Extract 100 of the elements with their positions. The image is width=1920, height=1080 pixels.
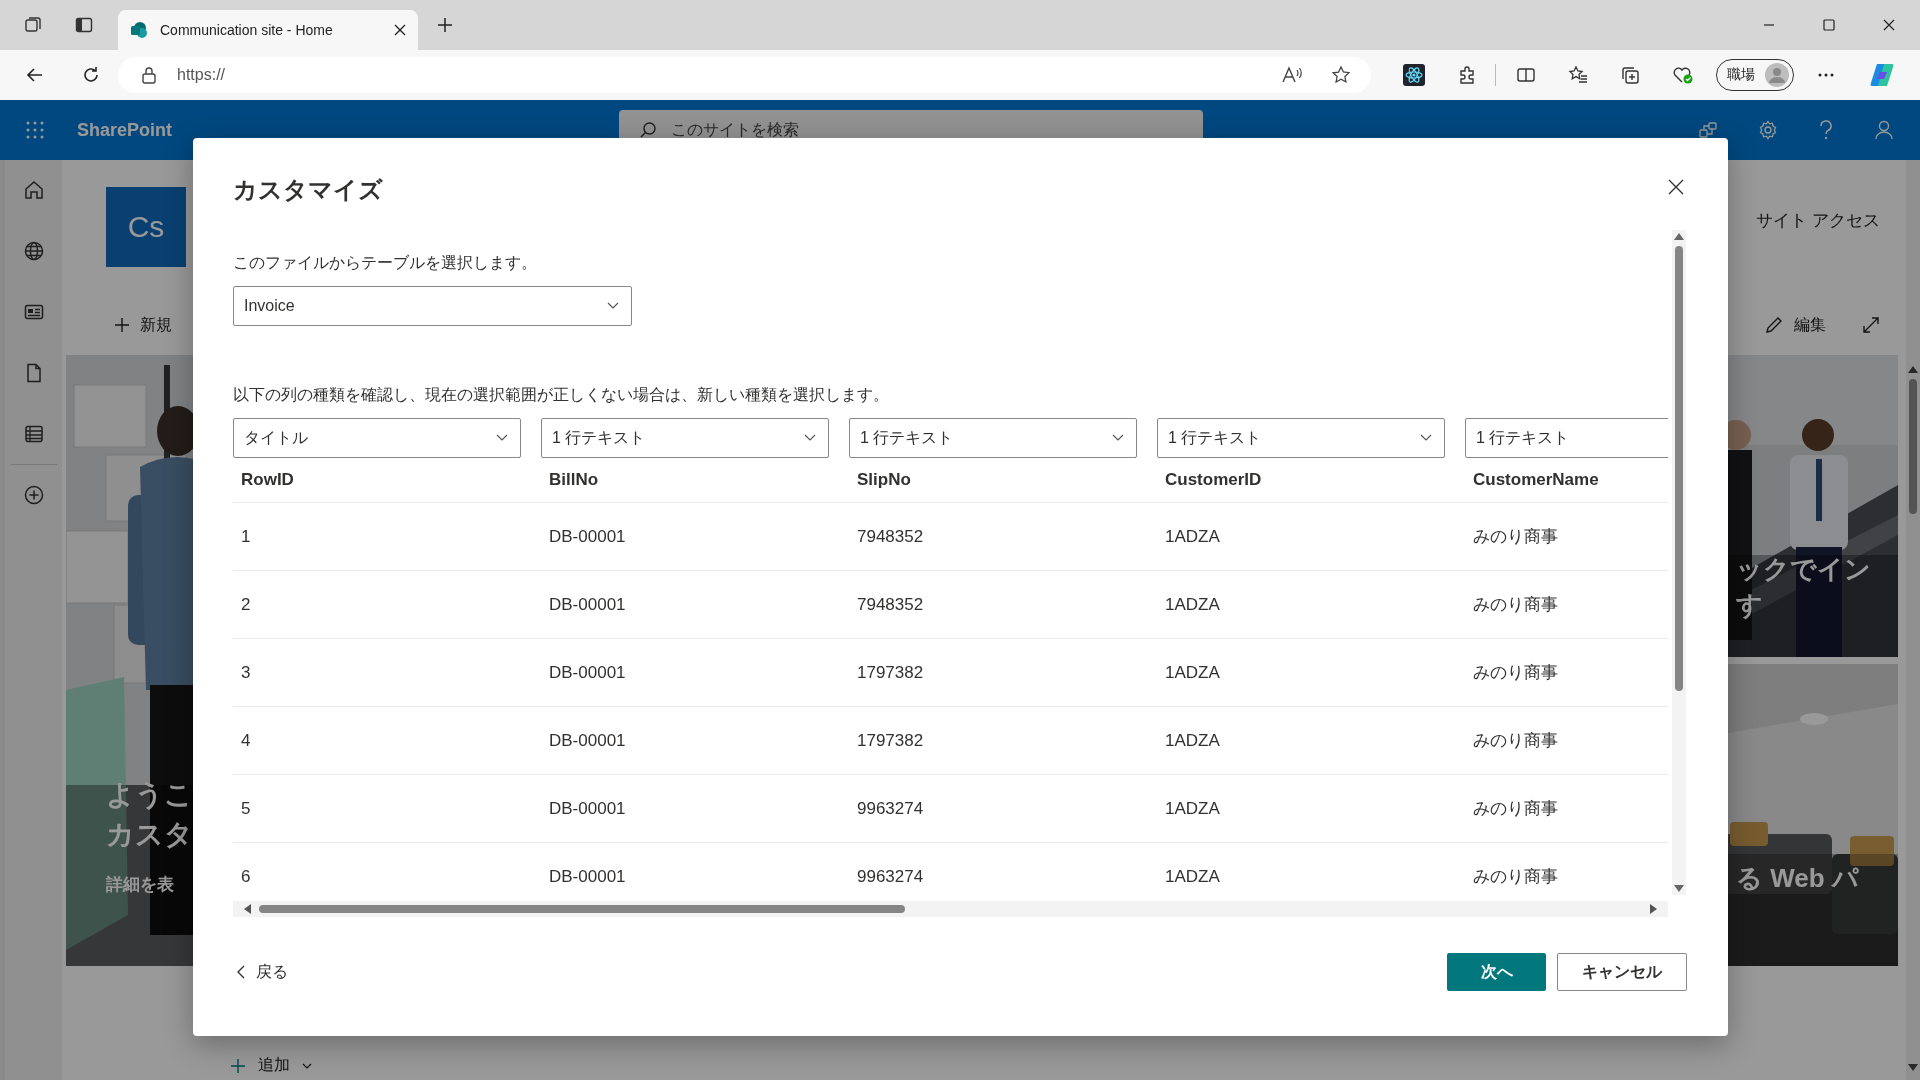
table-cell-text: DB-00001	[548, 730, 626, 751]
back-link[interactable]: 戻る	[236, 961, 288, 983]
table-cell-text: 1ADZA	[1164, 594, 1220, 615]
table-cell-text: DB-00001	[548, 866, 626, 887]
scroll-thumb[interactable]	[259, 905, 905, 913]
vertical-scrollbar[interactable]	[1672, 230, 1686, 895]
add-circle-icon[interactable]	[22, 484, 45, 506]
scroll-right-icon[interactable]	[1650, 904, 1658, 914]
health-icon[interactable]	[1672, 65, 1694, 85]
plus-icon	[114, 317, 130, 333]
chevron-down-icon	[804, 434, 816, 442]
table-cell-text: 5	[240, 798, 251, 819]
favorite-star-icon[interactable]	[1331, 65, 1351, 85]
collections-icon[interactable]	[1620, 65, 1640, 85]
pencil-icon	[1764, 315, 1784, 335]
vertical-tabs-icon[interactable]	[74, 15, 94, 35]
table-cell-text: 1ADZA	[1164, 662, 1220, 683]
hero-heading: ようこ カスタ	[106, 778, 193, 852]
table-cell-text: 1ADZA	[1164, 798, 1220, 819]
table-cell-text: DB-00001	[548, 594, 626, 615]
app-launcher-icon[interactable]	[25, 120, 45, 140]
list-icon[interactable]	[22, 423, 45, 445]
tile-heading: ックでイン す	[1736, 553, 1871, 622]
scroll-thumb[interactable]	[1909, 379, 1917, 514]
site-logo[interactable]: Cs	[106, 187, 186, 267]
hero-subtitle: 詳細を表	[106, 874, 175, 896]
instruction-text: 以下の列の種類を確認し、現在の選択範囲が正しくない場合は、新しい種類を選択します。	[233, 385, 889, 405]
table-dropdown[interactable]: Invoice	[233, 286, 632, 326]
table-cell-text: 9963274	[856, 866, 924, 887]
column-header: CustomerName	[1472, 470, 1599, 490]
column-type-dropdown[interactable]: 1 行テキスト	[849, 418, 1137, 458]
settings-icon[interactable]	[1758, 120, 1778, 140]
help-icon[interactable]	[1818, 120, 1834, 140]
table-cell-text: 1797382	[856, 662, 924, 683]
column-type-dropdown[interactable]: タイトル	[233, 418, 521, 458]
scroll-up-icon[interactable]	[1908, 365, 1918, 373]
column-type-dropdown[interactable]: 1 行テキスト	[541, 418, 829, 458]
add-button[interactable]: 追加	[230, 1055, 312, 1076]
atom-icon[interactable]	[1403, 64, 1425, 86]
close-icon[interactable]	[394, 24, 406, 36]
table-cell-text: 2	[240, 594, 251, 615]
table-cell-text: 9963274	[856, 798, 924, 819]
table-cell-text: 1ADZA	[1164, 730, 1220, 751]
close-icon[interactable]	[1883, 19, 1895, 31]
new-tab-icon[interactable]	[436, 16, 454, 34]
split-screen-icon[interactable]	[1516, 65, 1536, 85]
table-cell-text: 4	[240, 730, 251, 751]
browser-tab[interactable]: Communication site - Home	[118, 10, 418, 50]
table-select-label: このファイルからテーブルを選択します。	[233, 253, 537, 273]
workspaces-icon[interactable]	[23, 15, 43, 35]
globe-icon[interactable]	[22, 240, 45, 262]
table-cell-text: 1ADZA	[1164, 526, 1220, 547]
table-cell-text: みのり商事	[1472, 866, 1558, 888]
scroll-down-icon[interactable]	[1908, 1064, 1918, 1072]
new-button[interactable]: 新規	[114, 314, 172, 336]
tile-heading: る Web パ	[1736, 862, 1859, 895]
scroll-up-icon[interactable]	[1674, 232, 1684, 240]
table-cell-text: 7948352	[856, 526, 924, 547]
horizontal-scrollbar[interactable]	[233, 901, 1668, 917]
extensions-icon[interactable]	[1457, 65, 1477, 85]
next-button[interactable]: 次へ	[1447, 953, 1546, 991]
favorites-icon[interactable]	[1568, 65, 1588, 85]
column-header: CustomerID	[1164, 470, 1262, 490]
page-scrollbar[interactable]	[1906, 160, 1920, 1080]
address-field[interactable]: https://	[118, 57, 1371, 93]
chevron-down-icon	[1420, 434, 1432, 442]
read-aloud-icon[interactable]	[1281, 65, 1303, 85]
column-header: BillNo	[548, 470, 599, 490]
column-header: SlipNo	[856, 470, 911, 490]
home-icon[interactable]	[22, 179, 45, 201]
table-cell-text: 1797382	[856, 730, 924, 751]
scroll-down-icon[interactable]	[1674, 885, 1684, 893]
table-cell-text: みのり商事	[1472, 730, 1558, 752]
table-cell-text: みのり商事	[1472, 594, 1558, 616]
chevron-left-icon	[236, 965, 246, 979]
chevron-down-icon	[607, 302, 619, 310]
cancel-button[interactable]: キャンセル	[1557, 953, 1687, 991]
site-access-link[interactable]: サイト アクセス	[1756, 209, 1880, 232]
table-cell-text: 3	[240, 662, 251, 683]
chevron-down-icon	[496, 434, 508, 442]
lock-icon	[141, 66, 157, 84]
share-icon[interactable]	[1698, 120, 1718, 140]
account-icon[interactable]	[1874, 120, 1894, 140]
table-cell-text: DB-00001	[548, 526, 626, 547]
refresh-icon[interactable]	[81, 65, 101, 85]
column-type-dropdown[interactable]: 1 行テキスト	[1465, 418, 1668, 458]
scroll-thumb[interactable]	[1675, 246, 1683, 691]
column-type-dropdown[interactable]: 1 行テキスト	[1157, 418, 1445, 458]
expand-icon[interactable]	[1862, 316, 1880, 334]
avatar-icon	[1765, 63, 1789, 87]
table-cell-text: みのり商事	[1472, 526, 1558, 548]
copilot-icon[interactable]	[1868, 61, 1896, 89]
edit-button[interactable]: 編集	[1764, 314, 1826, 336]
column-header: RowID	[240, 470, 294, 490]
table-cell-text: みのり商事	[1472, 662, 1558, 684]
maximize-icon[interactable]	[1823, 19, 1835, 31]
scroll-left-icon[interactable]	[243, 904, 251, 914]
search-icon	[639, 121, 658, 139]
close-icon[interactable]	[1668, 179, 1684, 195]
table-cell-text: 6	[240, 866, 251, 887]
